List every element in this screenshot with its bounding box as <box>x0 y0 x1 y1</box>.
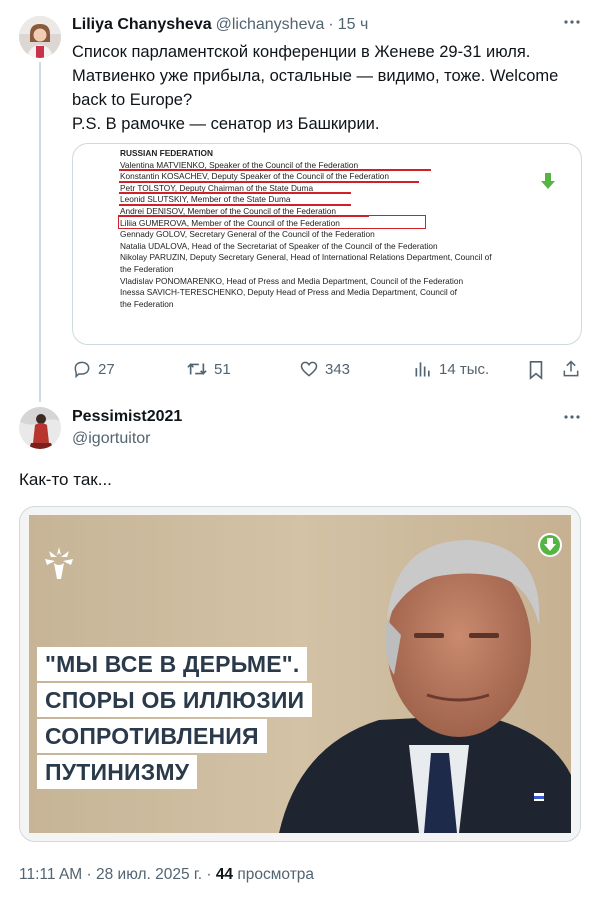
views-count: 14 тыс. <box>439 360 490 378</box>
author-name[interactable]: Liliya Chanysheva <box>72 16 212 34</box>
red-underline <box>119 169 431 171</box>
views-button[interactable]: 14 тыс. <box>413 359 489 379</box>
document-line: Natalia UDALOVA, Head of the Secretariat… <box>120 240 438 251</box>
like-button[interactable]: 343 <box>299 359 350 379</box>
tweet2-text: Как-то так... <box>19 470 112 489</box>
tweet1-header: Liliya Chanysheva @lichanysheva · 15 ч <box>72 16 368 34</box>
avatar-liliya[interactable] <box>19 16 61 58</box>
share-icon[interactable] <box>561 359 581 384</box>
separator-dot: · <box>86 866 92 883</box>
analytics-icon <box>415 362 430 377</box>
red-underline <box>119 181 419 183</box>
bookmark-icon[interactable] <box>527 360 545 385</box>
repost-icon <box>187 363 207 375</box>
tweet-text-line: back to Europe? <box>72 91 193 109</box>
quote-line: ПУТИНИЗМУ <box>37 755 198 789</box>
download-icon[interactable] <box>540 173 556 196</box>
separator-dot: · <box>206 866 212 883</box>
reply-icon <box>74 361 90 379</box>
author-handle[interactable]: @igortuitor <box>72 430 151 448</box>
document-content: RUSSIAN FEDERATION Valentina MATVIENKO, … <box>120 148 492 310</box>
quote-line: СОПРОТИВЛЕНИЯ <box>37 719 267 753</box>
document-line: the Federation <box>120 298 174 309</box>
tweet-text-line: Матвиенко уже прибыла, остальные — видим… <box>72 67 559 85</box>
red-highlight-box <box>118 215 426 229</box>
avatar-pessimist2021[interactable] <box>19 407 61 449</box>
photo-image: "МЫ ВСЕ В ДЕРЬМЕ". СПОРЫ ОБ ИЛЛЮЗИИ СОПР… <box>29 515 571 833</box>
tweet-text-line: Список парламентской конференции в Женев… <box>72 43 531 61</box>
rfe-logo-icon <box>41 543 77 588</box>
document-heading: RUSSIAN FEDERATION <box>120 148 213 158</box>
document-image[interactable]: RUSSIAN FEDERATION Valentina MATVIENKO, … <box>72 143 582 345</box>
tweet-time[interactable]: 15 ч <box>338 16 369 34</box>
quote-line: СПОРЫ ОБ ИЛЛЮЗИИ <box>37 683 313 717</box>
red-underline <box>119 192 351 194</box>
photo-media[interactable]: "МЫ ВСЕ В ДЕРЬМЕ". СПОРЫ ОБ ИЛЛЮЗИИ СОПР… <box>19 506 581 842</box>
document-line: the Federation <box>120 263 174 274</box>
tweet-meta: 11:11 AM · 28 июл. 2025 г. · 44 просмотр… <box>19 866 314 884</box>
document-line: Vladislav PONOMARENKO, Head of Press and… <box>120 275 464 286</box>
thread-connector-line <box>39 62 41 402</box>
download-icon[interactable] <box>538 533 562 562</box>
reply-count: 27 <box>98 360 115 378</box>
tweet-time[interactable]: 11:11 AM <box>19 866 82 883</box>
tweet-date[interactable]: 28 июл. 2025 г. <box>96 866 202 883</box>
views-label: просмотра <box>237 866 315 883</box>
more-options-icon[interactable] <box>562 12 582 37</box>
image-quote: "МЫ ВСЕ В ДЕРЬМЕ". СПОРЫ ОБ ИЛЛЮЗИИ СОПР… <box>37 647 313 789</box>
author-handle[interactable]: @lichanysheva <box>216 16 325 34</box>
author-name[interactable]: Pessimist2021 <box>72 408 182 426</box>
heart-icon <box>300 361 318 377</box>
red-underline <box>119 204 351 206</box>
views-count: 44 <box>215 866 234 883</box>
document-line: Gennady GOLOV, Secretary General of the … <box>120 229 375 240</box>
document-line: Inessa SAVICH-TERESCHENKO, Deputy Head o… <box>120 287 457 298</box>
repost-count: 51 <box>214 360 231 378</box>
repost-button[interactable]: 51 <box>186 359 231 379</box>
more-options-icon[interactable] <box>562 407 582 432</box>
document-line: Nikolay PARUZIN, Deputy Secretary Genera… <box>120 252 492 263</box>
tweet-text-line: P.S. В рамочке — сенатор из Башкирии. <box>72 115 380 133</box>
tweet1-text: Список парламентской конференции в Женев… <box>72 40 584 136</box>
separator-dot: · <box>328 16 334 33</box>
like-count: 343 <box>325 360 351 378</box>
quote-line: "МЫ ВСЕ В ДЕРЬМЕ". <box>37 647 308 681</box>
reply-button[interactable]: 27 <box>72 359 115 379</box>
